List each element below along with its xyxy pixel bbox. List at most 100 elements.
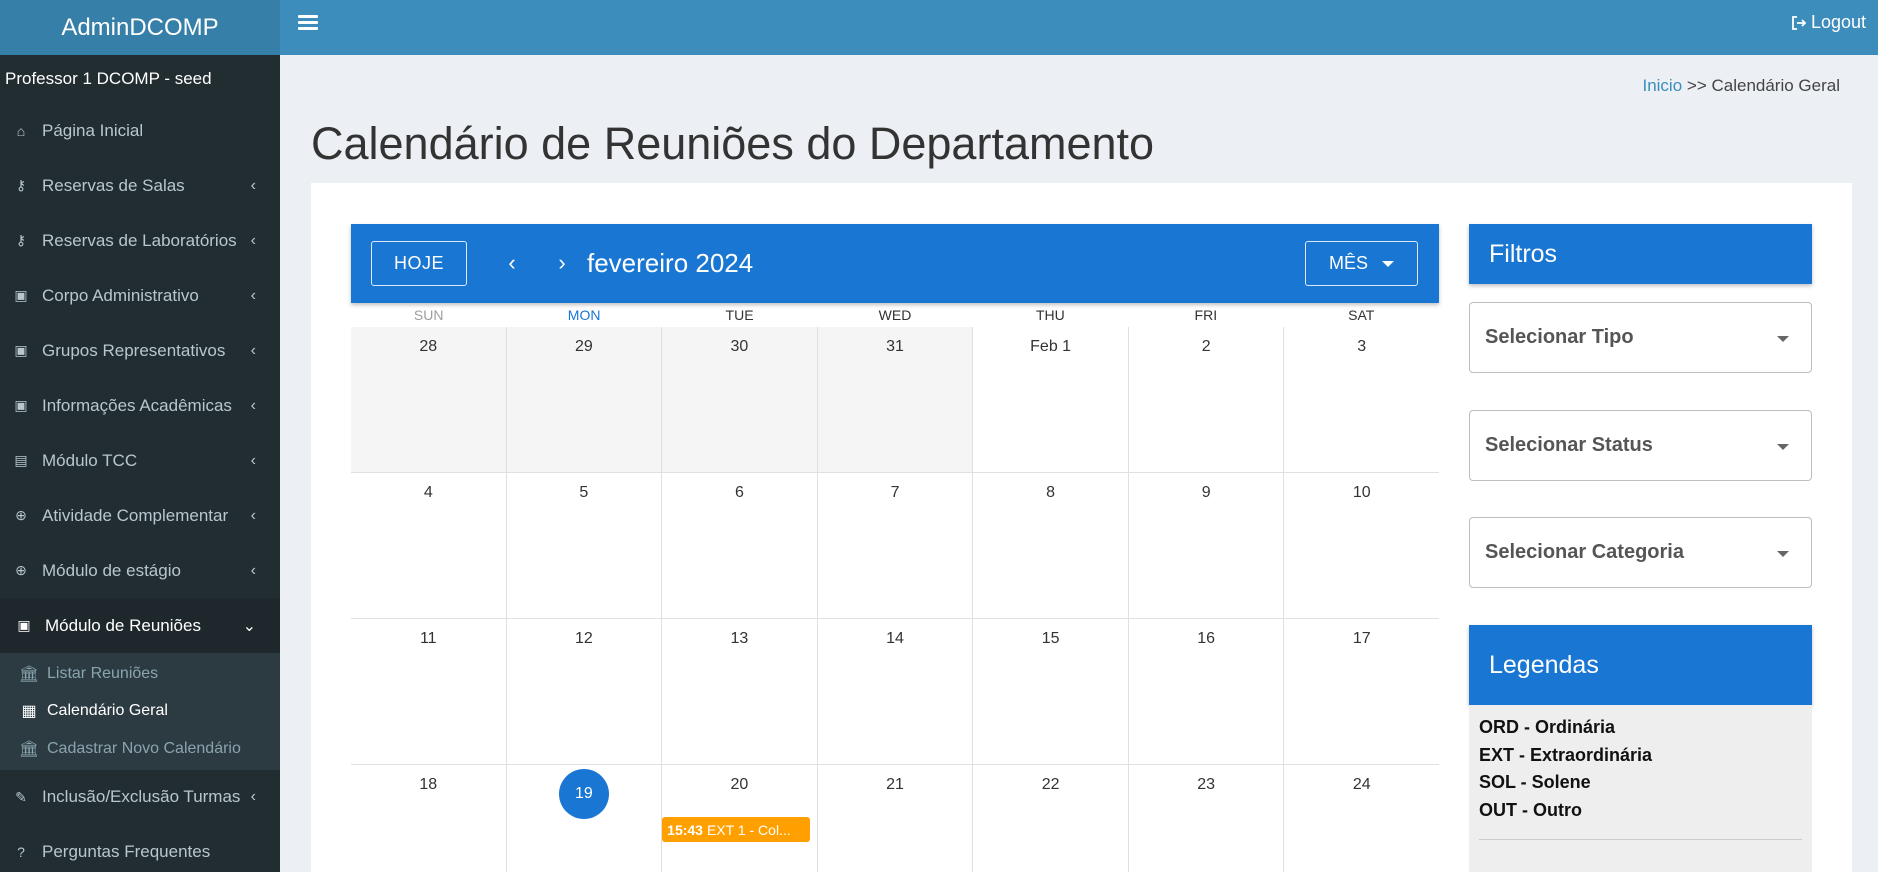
logout-button[interactable]: Logout <box>1791 12 1866 33</box>
sidebar-item-grupos-representativos[interactable]: ▣ Grupos Representativos ‹ <box>0 323 280 378</box>
event-time: 15:43 <box>667 821 703 838</box>
event-title: EXT 1 - Col... <box>706 821 791 838</box>
calendar-event[interactable]: 15:43 EXT 1 - Col... <box>662 817 811 842</box>
calendar-day[interactable]: 6 <box>662 473 818 618</box>
day-number: 13 <box>730 630 749 647</box>
menu-toggle-icon[interactable] <box>298 12 318 32</box>
calendar-day[interactable]: 14 <box>818 619 974 764</box>
day-number: 7 <box>890 484 900 501</box>
contact-card-icon: ▣ <box>14 342 28 358</box>
calendar-day[interactable]: 23 <box>1129 765 1285 872</box>
prev-month-button[interactable]: ‹ <box>497 246 527 280</box>
day-number: 2 <box>1201 338 1211 355</box>
weekday-header: WED <box>878 307 912 323</box>
calendar-day[interactable]: 21 <box>818 765 974 872</box>
caret-down-icon <box>1382 260 1394 267</box>
calendar-day[interactable]: 16 <box>1129 619 1285 764</box>
calendar-day[interactable]: 8 <box>973 473 1129 618</box>
legend-item: OUT - Outro <box>1479 799 1582 820</box>
calendar-day[interactable]: 7 <box>818 473 974 618</box>
calendar-month-title: fevereiro 2024 <box>587 248 754 278</box>
sidebar-item-corpo-administrativo[interactable]: ▣ Corpo Administrativo ‹ <box>0 268 280 323</box>
sidebar-item-pagina-inicial[interactable]: ⌂ Página Inicial <box>0 103 280 158</box>
calendar-day[interactable]: 17 <box>1284 619 1439 764</box>
calendar-day[interactable]: 9 <box>1129 473 1285 618</box>
day-number: 8 <box>1046 484 1056 501</box>
calendar-icon: ▦ <box>21 703 37 721</box>
submenu-item-calendario-geral[interactable]: ▦ Calendário Geral <box>0 693 280 731</box>
calendar-day-today[interactable]: 19 <box>507 765 663 872</box>
breadcrumb-home-link[interactable]: Inicio <box>1642 76 1682 95</box>
calendar-day[interactable]: 22 <box>973 765 1129 872</box>
home-icon: ⌂ <box>16 122 26 139</box>
calendar-day[interactable]: 30 <box>662 327 818 472</box>
calendar-day[interactable]: 24 <box>1284 765 1439 872</box>
caret-down-icon <box>1777 551 1789 557</box>
book-icon: ▤ <box>14 452 28 468</box>
sidebar-item-label: Módulo de estágio <box>42 560 181 580</box>
calendar-day[interactable]: 3 <box>1284 327 1439 472</box>
submenu-item-listar-reunioes[interactable]: 🏛 Listar Reuniões <box>0 655 280 693</box>
categoria-select-label: Selecionar Categoria <box>1485 541 1684 563</box>
sidebar-item-label: Página Inicial <box>42 120 144 140</box>
calendar-day[interactable]: 20 15:43 EXT 1 - Col... <box>662 765 818 872</box>
sidebar-item-label: Inclusão/Exclusão Turmas <box>42 787 241 806</box>
plus-circle-icon: ⊕ <box>15 507 27 523</box>
caret-down-icon <box>1777 336 1789 342</box>
calendar-day[interactable]: 11 <box>351 619 507 764</box>
legend-item: ORD - Ordinária <box>1479 717 1616 737</box>
sidebar-item-modulo-tcc[interactable]: ▤ Módulo TCC ‹ <box>0 433 280 488</box>
sidebar-item-modulo-reunioes[interactable]: ▣ Módulo de Reuniões ⌄ <box>0 598 280 653</box>
chevron-left-icon: ‹ <box>250 561 256 579</box>
legend-item: SOL - Solene <box>1479 772 1591 792</box>
next-month-button[interactable]: › <box>547 246 577 280</box>
tipo-select[interactable]: Selecionar Tipo <box>1469 302 1812 373</box>
day-number: 22 <box>1041 776 1060 793</box>
sidebar-item-reservas-laboratorios[interactable]: ⚷ Reservas de Laboratórios ‹ <box>0 213 280 268</box>
sidebar-item-atividade-complementar[interactable]: ⊕ Atividade Complementar ‹ <box>0 488 280 543</box>
calendar-day[interactable]: 4 <box>351 473 507 618</box>
calendar-day[interactable]: Feb 1 <box>973 327 1129 472</box>
sidebar-item-label: Reservas de Laboratórios <box>42 230 237 250</box>
sidebar-item-perguntas-frequentes[interactable]: ? Perguntas Frequentes <box>0 825 280 872</box>
contact-card-icon: ▣ <box>17 617 31 633</box>
day-number: 14 <box>886 630 904 647</box>
view-select-button[interactable]: MÊS <box>1305 241 1418 286</box>
calendar-day[interactable]: 18 <box>351 765 507 872</box>
calendar-day[interactable]: 13 <box>662 619 818 764</box>
weekday-header: TUE <box>725 307 754 323</box>
legend-body: ORD - Ordinária EXT - Extraordinária SOL… <box>1469 705 1812 872</box>
sidebar-item-label: Reservas de Salas <box>42 175 185 195</box>
calendar-day[interactable]: 10 <box>1284 473 1439 618</box>
bank-icon: 🏛 <box>18 665 40 683</box>
calendar-day[interactable]: 2 <box>1129 327 1285 472</box>
calendar-day[interactable]: 12 <box>507 619 663 764</box>
sidebar-item-modulo-estagio[interactable]: ⊕ Módulo de estágio ‹ <box>0 543 280 598</box>
chevron-left-icon: ‹ <box>250 176 256 194</box>
status-select[interactable]: Selecionar Status <box>1469 410 1812 481</box>
sidebar-item-label: Módulo TCC <box>42 450 138 470</box>
sidebar-item-label: Módulo de Reuniões <box>45 615 201 635</box>
today-button[interactable]: HOJE <box>371 241 467 286</box>
day-number: 17 <box>1352 630 1371 647</box>
calendar-day[interactable]: 31 <box>817 327 974 472</box>
sidebar-item-inclusao-exclusao-turmas[interactable]: ✎ Inclusão/Exclusão Turmas ‹ <box>0 770 280 825</box>
categoria-select[interactable]: Selecionar Categoria <box>1469 517 1812 588</box>
calendar-day[interactable]: 5 <box>507 473 663 618</box>
brand-logo[interactable]: AdminDCOMP <box>0 0 280 55</box>
chevron-down-icon: ⌄ <box>242 617 256 635</box>
day-number: 11 <box>419 630 437 647</box>
submenu-item-cadastrar-calendario[interactable]: 🏛 Cadastrar Novo Calendário <box>0 730 280 768</box>
calendar-day[interactable]: 28 <box>351 327 507 472</box>
calendar-day[interactable]: 15 <box>973 619 1129 764</box>
chevron-left-icon: ‹ <box>250 788 256 805</box>
today-day-number: 19 <box>558 769 609 819</box>
page-title: Calendário de Reuniões do Departamento <box>311 118 1155 169</box>
sign-out-icon <box>1792 15 1807 30</box>
sidebar-item-informacoes-academicas[interactable]: ▣ Informações Acadêmicas ‹ <box>0 378 280 433</box>
sidebar-item-reservas-salas[interactable]: ⚷ Reservas de Salas ‹ <box>0 158 280 213</box>
calendar-day[interactable]: 29 <box>506 327 663 472</box>
calendar-week: 4 5 6 7 8 9 10 <box>351 473 1439 619</box>
day-number: 21 <box>886 776 904 793</box>
view-select-label: MÊS <box>1328 253 1368 273</box>
